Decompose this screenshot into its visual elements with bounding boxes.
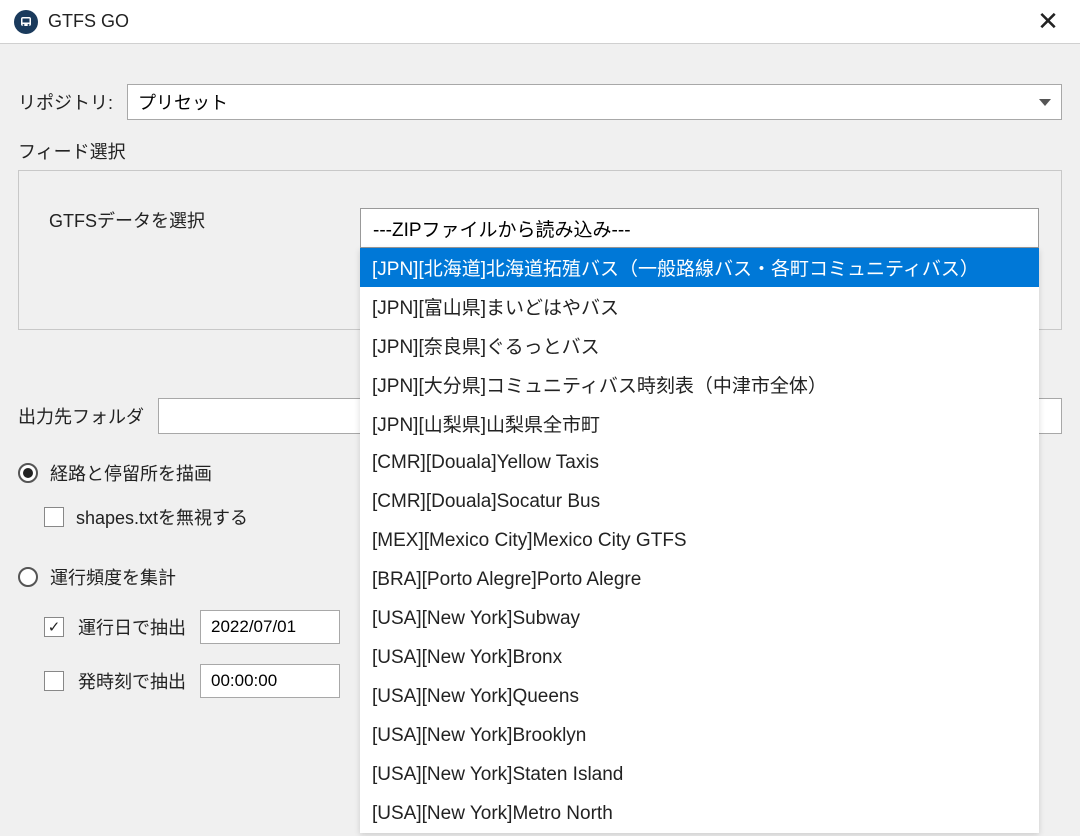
dropdown-item[interactable]: [USA][New York]Queens [360, 677, 1039, 716]
gtfs-data-select[interactable]: ---ZIPファイルから読み込み--- [360, 208, 1039, 248]
dropdown-item[interactable]: [USA][New York]Brooklyn [360, 716, 1039, 755]
dropdown-item[interactable]: [USA][New York]Metro North [360, 794, 1039, 833]
feed-section-label: フィード選択 [18, 138, 1062, 170]
dropdown-item[interactable]: [JPN][山梨県]山梨県全市町 [360, 404, 1039, 443]
repository-label: リポジトリ: [18, 89, 113, 115]
aggregate-freq-radio[interactable] [18, 567, 38, 587]
repository-value: プリセット [138, 89, 228, 115]
draw-routes-label: 経路と停留所を描画 [50, 460, 212, 486]
draw-routes-radio[interactable] [18, 463, 38, 483]
dropdown-item[interactable]: [JPN][奈良県]ぐるっとバス [360, 326, 1039, 365]
dropdown-item[interactable]: [CMR][Douala]Socatur Bus [360, 482, 1039, 521]
filter-by-day-checkbox[interactable] [44, 617, 64, 637]
ignore-shapes-label: shapes.txtを無視する [76, 504, 248, 530]
titlebar-left: GTFS GO [14, 10, 129, 34]
filter-by-time-label: 発時刻で抽出 [78, 668, 186, 694]
gtfs-data-dropdown-list[interactable]: [JPN][北海道]北海道拓殖バス（一般路線バス・各町コミュニティバス）[JPN… [360, 248, 1039, 833]
app-icon [14, 10, 38, 34]
ignore-shapes-checkbox[interactable] [44, 507, 64, 527]
gtfs-data-label: GTFSデータを選択 [49, 211, 205, 231]
close-icon: ✕ [1037, 6, 1059, 37]
dropdown-item[interactable]: [USA][New York]Bronx [360, 638, 1039, 677]
repository-row: リポジトリ: プリセット [18, 44, 1062, 138]
dropdown-item[interactable]: [USA][New York]Staten Island [360, 755, 1039, 794]
close-button[interactable]: ✕ [1028, 2, 1068, 42]
dropdown-item[interactable]: [USA][New York]Subway [360, 599, 1039, 638]
filter-by-time-checkbox[interactable] [44, 671, 64, 691]
title-bar: GTFS GO ✕ [0, 0, 1080, 44]
chevron-down-icon [1039, 99, 1051, 106]
window-title: GTFS GO [48, 11, 129, 32]
dropdown-item[interactable]: [JPN][北海道]北海道拓殖バス（一般路線バス・各町コミュニティバス） [360, 248, 1039, 287]
filter-day-input[interactable] [200, 610, 340, 644]
gtfs-select-header: ---ZIPファイルから読み込み--- [373, 215, 631, 242]
filter-by-day-label: 運行日で抽出 [78, 614, 186, 640]
dropdown-item[interactable]: [JPN][富山県]まいどはやバス [360, 287, 1039, 326]
filter-time-input[interactable] [200, 664, 340, 698]
output-folder-label: 出力先フォルダ [18, 403, 144, 429]
dropdown-item[interactable]: [JPN][大分県]コミュニティバス時刻表（中津市全体） [360, 365, 1039, 404]
repository-select[interactable]: プリセット [127, 84, 1062, 120]
aggregate-freq-label: 運行頻度を集計 [50, 564, 176, 590]
dropdown-item[interactable]: [CMR][Douala]Yellow Taxis [360, 443, 1039, 482]
dropdown-item[interactable]: [BRA][Porto Alegre]Porto Alegre [360, 560, 1039, 599]
dropdown-item[interactable]: [MEX][Mexico City]Mexico City GTFS [360, 521, 1039, 560]
